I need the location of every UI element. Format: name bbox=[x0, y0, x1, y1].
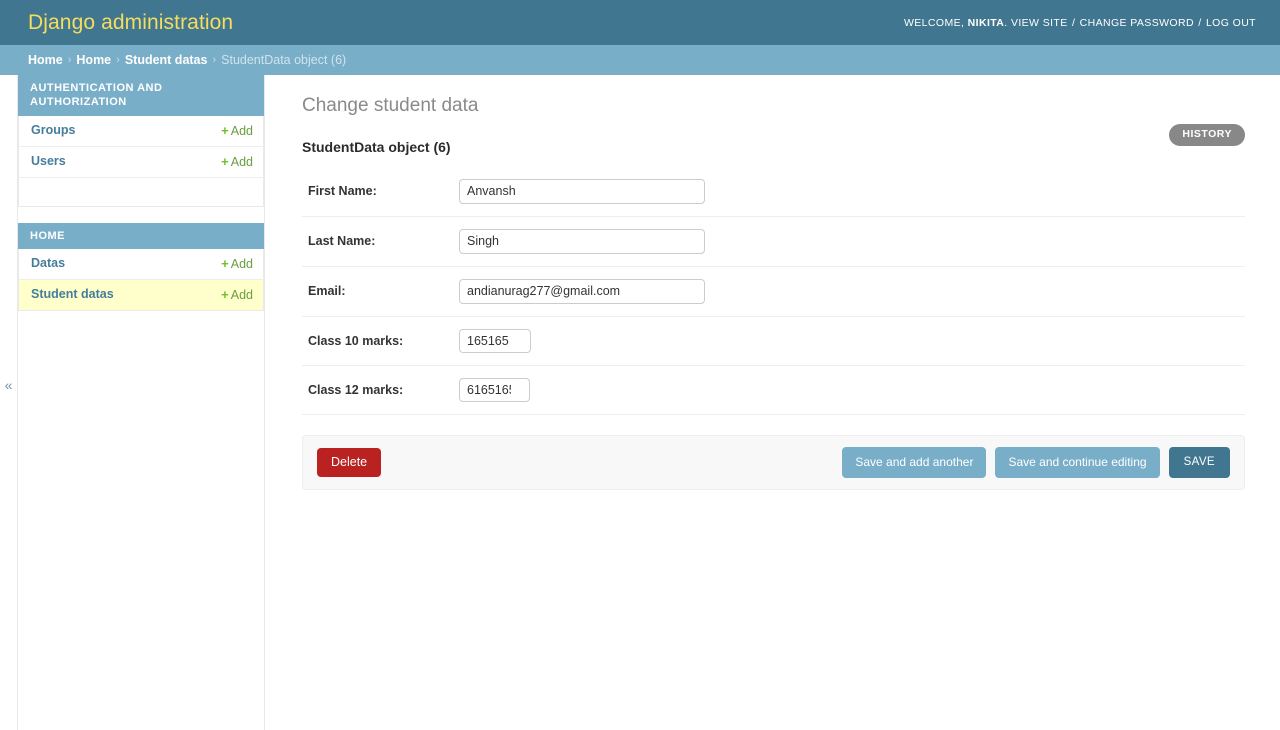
email-input[interactable] bbox=[459, 278, 705, 304]
history-list-item: HISTORY bbox=[1169, 124, 1245, 146]
sidebar-item-datas[interactable]: Datas + Add bbox=[18, 248, 264, 280]
site-title: Django administration bbox=[28, 11, 234, 34]
breadcrumb-item-current: StudentData object (6) bbox=[221, 53, 347, 67]
sidebar-module-home: HOME Datas + Add Student datas + Add bbox=[18, 222, 264, 311]
save-and-continue-editing-button[interactable]: Save and continue editing bbox=[995, 446, 1160, 478]
sidebar-module-home-caption: HOME bbox=[18, 222, 264, 249]
branding: Django administration bbox=[28, 12, 233, 33]
sidebar-item-users-cell: Users bbox=[18, 146, 194, 178]
class-12-marks-input[interactable] bbox=[459, 377, 530, 402]
sidebar-module-auth-caption: AUTHENTICATION AND AUTHORIZATION bbox=[18, 75, 264, 116]
add-groups-link[interactable]: + Add bbox=[221, 122, 253, 138]
double-chevron-left-icon: « bbox=[4, 376, 13, 393]
sidebar-item-datas-cell: Datas bbox=[18, 248, 194, 280]
sidebar-item-student-datas[interactable]: Student datas + Add bbox=[18, 279, 264, 311]
class-10-marks-input[interactable] bbox=[459, 328, 531, 353]
sidebar-item-student-datas-add-cell: + Add bbox=[194, 279, 264, 310]
breadcrumb-separator-1: › bbox=[67, 54, 72, 66]
delete-button[interactable]: Delete bbox=[317, 447, 382, 478]
sidebar-item-users[interactable]: Users + Add bbox=[18, 146, 264, 178]
sidebar-collapse-toggle[interactable]: « bbox=[0, 75, 18, 730]
object-heading: StudentData object (6) bbox=[302, 138, 451, 155]
add-users-link[interactable]: + Add bbox=[221, 153, 253, 169]
user-tools: WELCOME, NIKITA. VIEW SITE / CHANGE PASS… bbox=[904, 17, 1264, 29]
add-student-datas-label: Add bbox=[230, 287, 253, 302]
plus-icon: + bbox=[221, 255, 229, 271]
first-name-input[interactable] bbox=[459, 178, 705, 204]
sidebar-auth-spacer-cell-2 bbox=[194, 177, 264, 206]
breadcrumb-separator-3: › bbox=[212, 54, 217, 66]
user-tools-separator-1: / bbox=[1071, 16, 1076, 29]
sidebar-item-users-add-cell: + Add bbox=[193, 146, 264, 178]
last-name-input[interactable] bbox=[459, 228, 705, 254]
sidebar-item-groups-cell: Groups bbox=[18, 115, 194, 147]
form-row-class-12-marks: Class 12 marks: bbox=[302, 366, 1245, 415]
change-password-link[interactable]: CHANGE PASSWORD bbox=[1080, 17, 1194, 29]
change-form: First Name: Last Name: Email: Class 10 m… bbox=[302, 168, 1245, 490]
last-name-label: Last Name: bbox=[308, 234, 376, 249]
view-site-link[interactable]: VIEW SITE bbox=[1011, 17, 1068, 29]
breadcrumb-item-3[interactable]: Student datas bbox=[125, 53, 208, 67]
class-10-marks-label: Class 10 marks: bbox=[308, 333, 404, 348]
breadcrumb-separator-2: › bbox=[116, 54, 120, 66]
breadcrumb-item-2[interactable]: Home bbox=[76, 53, 111, 67]
add-datas-link[interactable]: + Add bbox=[221, 255, 253, 271]
user-tools-separator-2: / bbox=[1198, 16, 1202, 29]
sidebar-item-groups-add-cell: + Add bbox=[193, 115, 264, 147]
sidebar-module-auth: AUTHENTICATION AND AUTHORIZATION Groups … bbox=[18, 75, 264, 207]
sidebar-item-datas-add-cell: + Add bbox=[193, 248, 264, 280]
object-tools: HISTORY bbox=[1169, 124, 1245, 146]
sidebar-item-groups[interactable]: Groups + Add bbox=[18, 115, 264, 147]
sidebar-item-student-datas-label[interactable]: Student datas bbox=[19, 280, 194, 309]
sidebar-auth-spacer-row bbox=[19, 177, 264, 206]
email-label: Email: bbox=[308, 284, 346, 299]
add-users-label: Add bbox=[230, 154, 253, 169]
welcome-period: . bbox=[1004, 16, 1008, 29]
sidebar-item-users-label[interactable]: Users bbox=[19, 147, 194, 176]
save-button[interactable]: SAVE bbox=[1168, 447, 1230, 478]
sidebar-item-datas-label[interactable]: Datas bbox=[19, 249, 194, 278]
sidebar-item-groups-label[interactable]: Groups bbox=[19, 116, 194, 145]
nav-sidebar: AUTHENTICATION AND AUTHORIZATION Groups … bbox=[18, 75, 265, 730]
breadcrumb: Home › Home › Student datas › StudentDat… bbox=[0, 45, 1280, 75]
submit-row: Delete Save and add another Save and con… bbox=[302, 434, 1245, 490]
welcome-text: WELCOME, bbox=[903, 16, 965, 29]
page-title: Change student data bbox=[302, 95, 479, 116]
sidebar-auth-spacer-cell bbox=[19, 177, 194, 206]
plus-icon: + bbox=[221, 122, 229, 138]
log-out-link[interactable]: LOG OUT bbox=[1206, 17, 1256, 29]
breadcrumb-item-1[interactable]: Home bbox=[28, 53, 63, 67]
form-row-email: Email: bbox=[302, 267, 1245, 317]
sidebar-item-student-datas-cell: Student datas bbox=[19, 279, 194, 310]
history-button[interactable]: HISTORY bbox=[1169, 124, 1245, 146]
username-label: NIKITA bbox=[967, 16, 1005, 29]
add-student-datas-link[interactable]: + Add bbox=[221, 286, 253, 302]
form-row-first-name: First Name: bbox=[302, 169, 1245, 217]
save-and-add-another-button[interactable]: Save and add another bbox=[842, 446, 987, 478]
add-groups-label: Add bbox=[230, 123, 253, 138]
plus-icon: + bbox=[221, 153, 229, 169]
form-row-last-name: Last Name: bbox=[302, 217, 1245, 267]
content-area: Change student data HISTORY StudentData … bbox=[265, 75, 1280, 730]
first-name-label: First Name: bbox=[308, 184, 377, 199]
class-12-marks-label: Class 12 marks: bbox=[308, 382, 404, 397]
add-datas-label: Add bbox=[230, 256, 253, 271]
main-container: « AUTHENTICATION AND AUTHORIZATION Group… bbox=[0, 75, 1280, 730]
form-row-class-10-marks: Class 10 marks: bbox=[302, 317, 1245, 366]
site-header: Django administration WELCOME, NIKITA. V… bbox=[0, 0, 1280, 45]
plus-icon: + bbox=[221, 286, 229, 302]
